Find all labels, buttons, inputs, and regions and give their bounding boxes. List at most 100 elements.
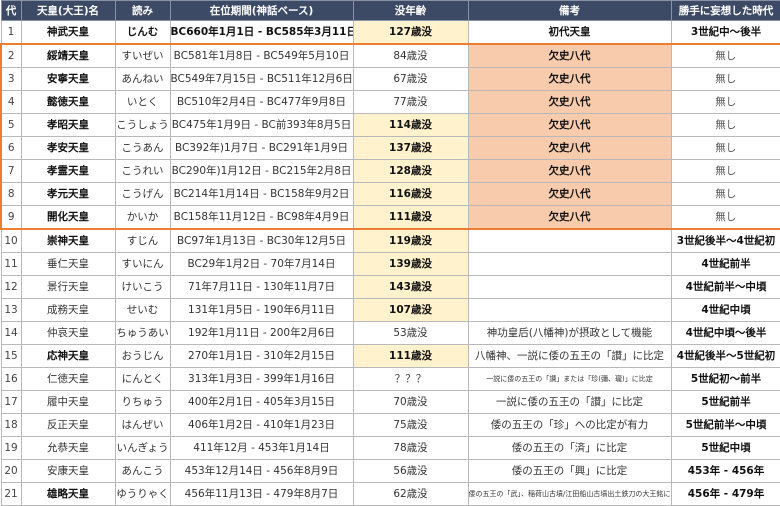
cell-age: 119歳没 [352,228,469,253]
cell-reading: いんぎょう [114,436,171,460]
cell-note [467,228,672,253]
cell-reign: 411年12月 - 453年1月14日 [169,436,354,460]
table-row: 14 仲哀天皇 ちゅうあい 192年1月11日 - 200年2月6日 53歳没 神功皇后(… [0,321,780,345]
cell-name: 孝霊天皇 [20,159,116,183]
cell-age: 75歳没 [352,413,469,437]
cell-age: ？？？ [352,367,469,391]
cell-gen: 13 [0,298,22,322]
col-reign-header: 在位期間(神話ベース) [169,0,354,21]
cell-name: 景行天皇 [20,275,116,299]
cell-note: 倭の五王の「済」に比定 [467,436,672,460]
cell-period: 無し [670,205,780,230]
cell-name: 孝昭天皇 [20,113,116,137]
cell-note [467,252,672,276]
table-row: 1 神武天皇 じんむ BC660年1月1日 - BC585年3月11日 127歳没 初代天… [0,20,780,45]
emperor-table: 代天皇(大王)名 読み 在位期間(神話ベース) 没年齢 備考 勝手に妄想した時代 1 神武天… [0,0,780,506]
cell-age: 137歳没 [352,136,469,160]
cell-reading: あんこう [114,459,171,483]
cell-reading: はんぜい [114,413,171,437]
cell-period: 4世紀中頃～後半 [670,321,780,345]
cell-period: 5世紀前半～中頃 [670,413,780,437]
cell-name: 垂仁天皇 [20,252,116,276]
cell-age: 77歳没 [352,90,469,114]
table-row: 7 孝霊天皇 こうれい BC290年)1月12日 - BC215年2月8日 128歳没欠… [0,159,780,183]
cell-name: 孝安天皇 [20,136,116,160]
cell-reign: BC29年1月2日 - 70年7月14日 [169,252,354,276]
col-reading-header: 読み [114,0,171,21]
cell-age: 111歳没 [352,205,469,230]
table-row: 3 安寧天皇 あんねい BC549年7月15日 - BC511年12月6日 67歳没 欠史… [0,67,780,91]
cell-name: 開化天皇 [20,205,116,230]
cell-reading: こうげん [114,182,171,206]
cell-age: 143歳没 [352,275,469,299]
cell-note: 欠史八代 [467,43,672,68]
cell-age: 128歳没 [352,159,469,183]
cell-reign: BC581年1月8日 - BC549年5月10日 [169,43,354,68]
cell-age: 107歳没 [352,298,469,322]
cell-reign: 71年7月11日 - 130年11月7日 [169,275,354,299]
cell-age: 78歳没 [352,436,469,460]
cell-age: 67歳没 [352,67,469,91]
cell-gen: 9 [0,205,22,230]
cell-period: 3世紀後半～4世紀初 [670,228,780,253]
cell-period: 4世紀中頃 [670,298,780,322]
cell-name: 履中天皇 [20,390,116,414]
cell-reign: 453年12月14日 - 456年8月9日 [169,459,354,483]
cell-age: 84歳没 [352,43,469,68]
cell-note: 初代天皇 [467,20,672,45]
cell-name: 成務天皇 [20,298,116,322]
cell-reign: 131年1月5日 - 190年6月11日 [169,298,354,322]
cell-age: 114歳没 [352,113,469,137]
cell-name: 安寧天皇 [20,67,116,91]
table-row: 4 懿徳天皇 いとく BC510年2月4日 - BC477年9月8日 77歳没 欠史八代無… [0,90,780,114]
cell-age: 111歳没 [352,344,469,368]
cell-period: 無し [670,90,780,114]
cell-note: 一説に倭の五王の「讃」または「珍(彌、瓏)」に比定 [467,367,672,391]
cell-age: 70歳没 [352,390,469,414]
cell-reading: あんねい [114,67,171,91]
col-gen-header: 代 [0,0,22,21]
table-row: 16 仁徳天皇 にんとく 313年1月3日 - 399年1月16日？？？ 一説に倭の五王… [0,367,780,391]
cell-reading: いとく [114,90,171,114]
cell-name: 雄略天皇 [20,482,116,506]
cell-gen: 10 [0,228,22,253]
table-row: 11 垂仁天皇 すいにん BC29年1月2日 - 70年7月14日 139歳没 4世紀前半 [0,252,780,276]
col-age-header: 没年齢 [352,0,469,21]
cell-name: 神武天皇 [20,20,116,45]
cell-period: 無し [670,182,780,206]
cell-gen: 5 [0,113,22,137]
cell-name: 孝元天皇 [20,182,116,206]
table-row: 17 履中天皇 りちゅう 400年2月1日 - 405年3月15日 70歳没 一説に倭の五… [0,390,780,414]
cell-reign: BC392年)1月7日 - BC291年1月9日 [169,136,354,160]
cell-note: 一説に倭の五王の「讃」に比定 [467,390,672,414]
cell-gen: 21 [0,482,22,506]
cell-reign: BC549年7月15日 - BC511年12月6日 [169,67,354,91]
cell-note [467,298,672,322]
cell-period: 無し [670,159,780,183]
cell-reading: こうあん [114,136,171,160]
col-note-header: 備考 [467,0,672,21]
cell-reign: BC214年1月14日 - BC158年9月2日 [169,182,354,206]
cell-period: 3世紀中～後半 [670,20,780,45]
cell-reign: BC475年1月9日 - BC前393年8月5日 [169,113,354,137]
cell-name: 懿徳天皇 [20,90,116,114]
cell-reading: こうれい [114,159,171,183]
cell-reading: にんとく [114,367,171,391]
cell-period: 無し [670,136,780,160]
cell-name: 仁徳天皇 [20,367,116,391]
cell-gen: 17 [0,390,22,414]
cell-name: 綏靖天皇 [20,43,116,68]
cell-reading: ゆうりゃく [114,482,171,506]
cell-reign: 313年1月3日 - 399年1月16日 [169,367,354,391]
cell-gen: 18 [0,413,22,437]
cell-note: 倭の五王の「珍」への比定が有力 [467,413,672,437]
cell-gen: 1 [0,20,22,45]
cell-reign: BC97年1月13日 - BC30年12月5日 [169,228,354,253]
cell-gen: 6 [0,136,22,160]
cell-reading: りちゅう [114,390,171,414]
table-row: 13 成務天皇 せいむ 131年1月5日 - 190年6月11日 107歳没 4世紀中頃 [0,298,780,322]
cell-period: 4世紀前半～中頃 [670,275,780,299]
cell-period: 5世紀中頃 [670,436,780,460]
cell-reign: BC510年2月4日 - BC477年9月8日 [169,90,354,114]
header-row: 代天皇(大王)名 読み 在位期間(神話ベース) 没年齢 備考 勝手に妄想した時代 [0,0,780,21]
